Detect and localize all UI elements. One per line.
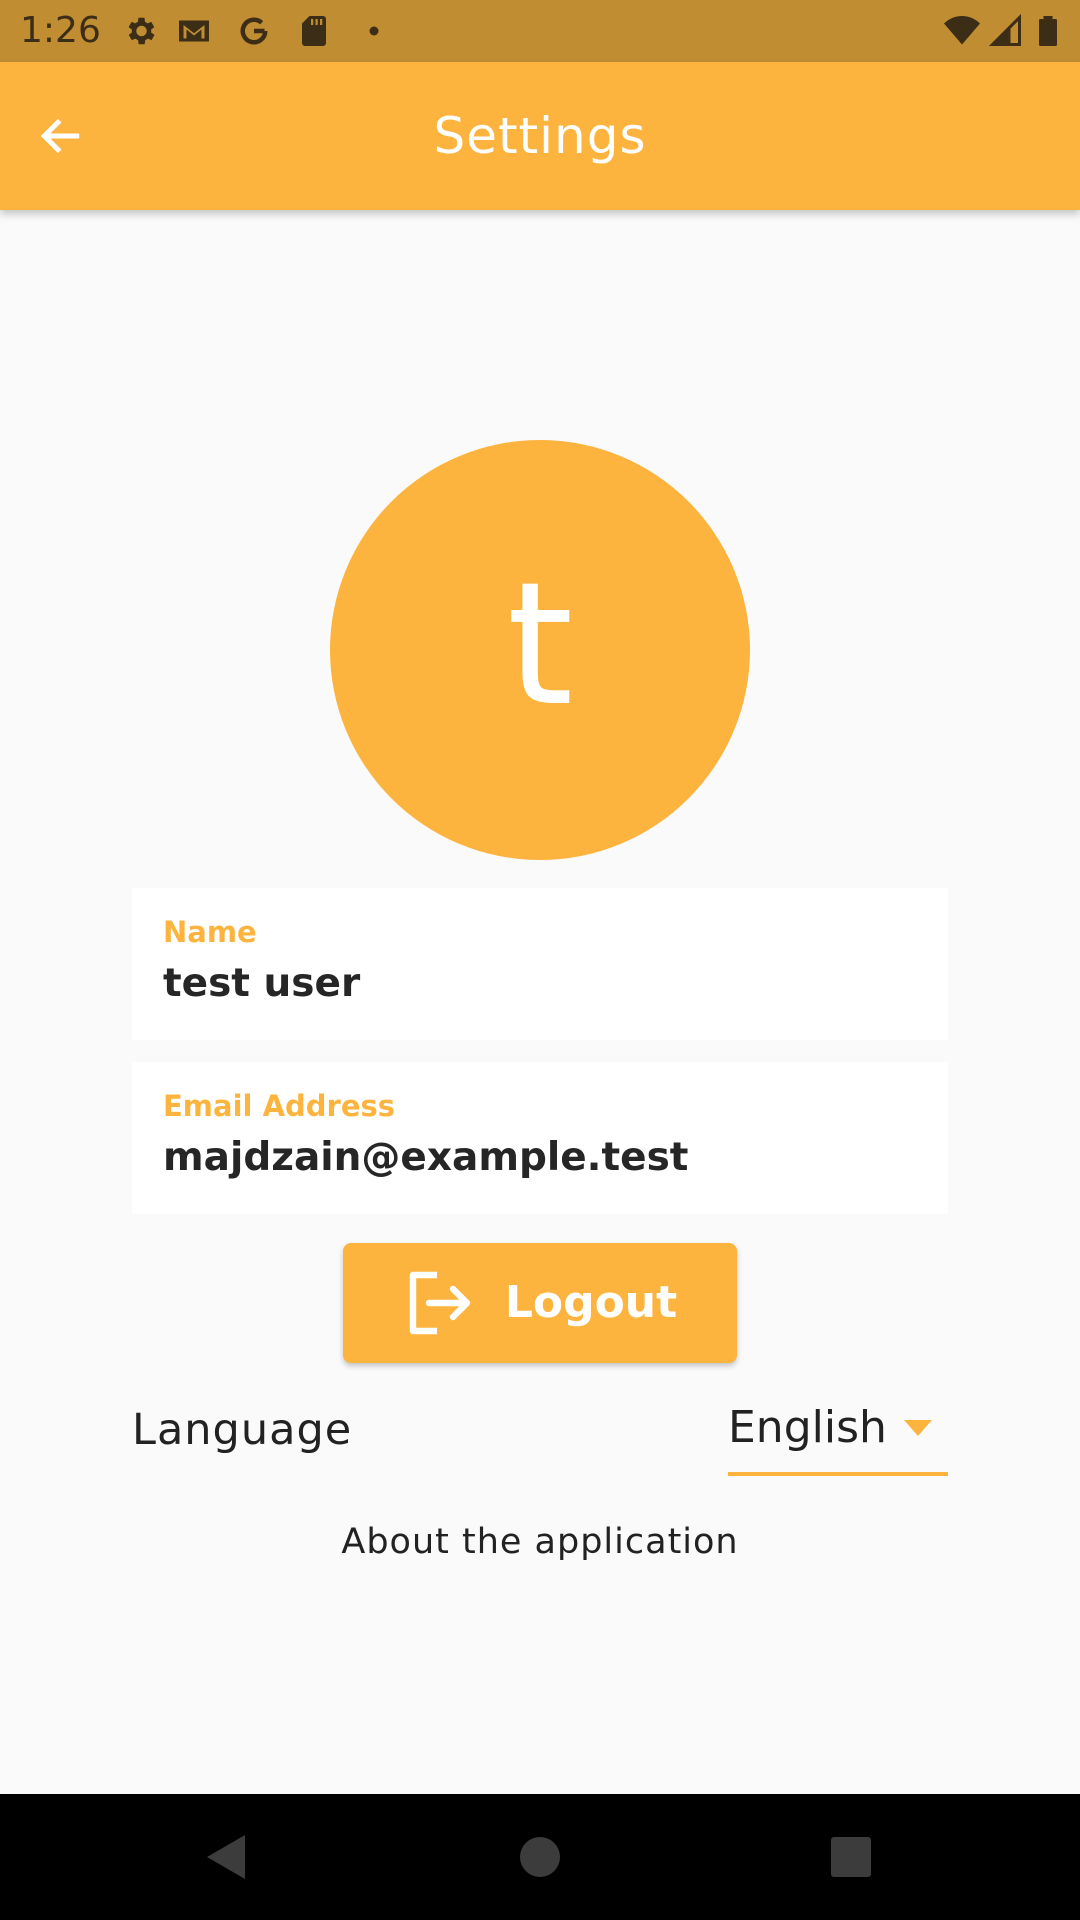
email-value: majdzain@example.test	[163, 1135, 689, 1180]
gmail-icon	[176, 13, 212, 49]
avatar: t	[330, 440, 750, 860]
chevron-down-icon	[904, 1420, 932, 1438]
google-icon	[236, 13, 272, 49]
about-application-link[interactable]: About the application	[0, 1518, 1080, 1566]
email-field[interactable]: Email Address majdzain@example.test	[132, 1062, 948, 1214]
logout-button[interactable]: Logout	[343, 1243, 737, 1363]
language-selected-value: English	[728, 1402, 887, 1453]
language-label: Language	[132, 1405, 353, 1455]
language-dropdown[interactable]: English	[728, 1398, 948, 1476]
signal-icon	[988, 13, 1024, 49]
name-value: test user	[163, 961, 361, 1006]
settings-gear-icon	[122, 13, 158, 49]
app-bar: Settings	[0, 62, 1080, 210]
notification-dot-icon	[356, 13, 392, 49]
status-bar: 1:26	[0, 0, 1080, 62]
name-field[interactable]: Name test user	[132, 888, 948, 1040]
logout-label: Logout	[504, 1277, 678, 1328]
home-circle-icon[interactable]	[510, 1827, 570, 1887]
email-label: Email Address	[163, 1089, 396, 1123]
battery-icon	[1030, 13, 1060, 49]
navigation-bar	[0, 1794, 1080, 1920]
recents-square-icon[interactable]	[821, 1827, 881, 1887]
status-time: 1:26	[20, 10, 101, 51]
name-label: Name	[163, 915, 257, 949]
wifi-icon	[944, 13, 984, 49]
page-title: Settings	[433, 107, 647, 165]
back-triangle-icon[interactable]	[195, 1827, 255, 1887]
avatar-letter: t	[506, 546, 574, 744]
sd-card-icon	[296, 13, 332, 49]
logout-icon	[403, 1267, 475, 1339]
